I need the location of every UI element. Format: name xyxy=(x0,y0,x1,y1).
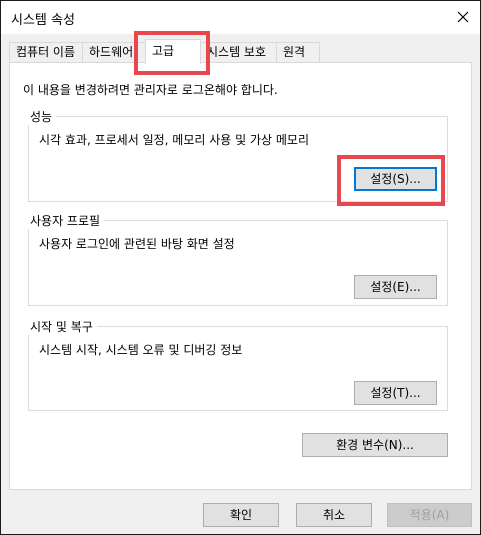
close-button[interactable] xyxy=(446,1,480,33)
cancel-button[interactable]: 취소 xyxy=(296,503,372,527)
tab-computer-name[interactable]: 컴퓨터 이름 xyxy=(9,42,83,62)
startup-recovery-title: 시작 및 복구 xyxy=(28,318,97,335)
user-profiles-description: 사용자 로그인에 관련된 바탕 화면 설정 xyxy=(39,237,235,251)
system-properties-window: 시스템 속성 컴퓨터 이름 하드웨어 고급 시스템 보호 원격 이 내용을 변경… xyxy=(0,0,481,535)
user-profiles-group: 사용자 프로필 사용자 로그인에 관련된 바탕 화면 설정 설정(E)... xyxy=(28,212,448,306)
performance-settings-button[interactable]: 설정(S)... xyxy=(354,167,437,191)
window-title: 시스템 속성 xyxy=(11,13,75,28)
tab-remote[interactable]: 원격 xyxy=(276,42,320,62)
startup-recovery-group: 시작 및 복구 시스템 시작, 시스템 오류 및 디버깅 정보 설정(T)... xyxy=(28,318,448,411)
startup-recovery-description: 시스템 시작, 시스템 오류 및 디버깅 정보 xyxy=(39,343,243,357)
ok-button[interactable]: 확인 xyxy=(203,503,279,527)
tab-hardware[interactable]: 하드웨어 xyxy=(82,42,146,62)
tab-system-protection[interactable]: 시스템 보호 xyxy=(200,42,277,62)
startup-recovery-settings-button[interactable]: 설정(T)... xyxy=(354,381,437,405)
environment-variables-button[interactable]: 환경 변수(N)... xyxy=(302,433,448,457)
apply-button[interactable]: 적용(A) xyxy=(387,503,472,527)
title-bar[interactable]: 시스템 속성 xyxy=(1,1,480,34)
tab-advanced[interactable]: 고급 xyxy=(145,39,201,64)
user-profiles-title: 사용자 프로필 xyxy=(28,212,105,229)
performance-description: 시각 효과, 프로세서 일정, 메모리 사용 및 가상 메모리 xyxy=(39,133,309,147)
performance-group: 성능 시각 효과, 프로세서 일정, 메모리 사용 및 가상 메모리 설정(S)… xyxy=(28,108,448,202)
performance-title: 성능 xyxy=(28,108,57,125)
close-icon xyxy=(457,11,469,23)
user-profiles-settings-button[interactable]: 설정(E)... xyxy=(354,275,437,299)
admin-notice: 이 내용을 변경하려면 관리자로 로그온해야 합니다. xyxy=(23,83,278,97)
